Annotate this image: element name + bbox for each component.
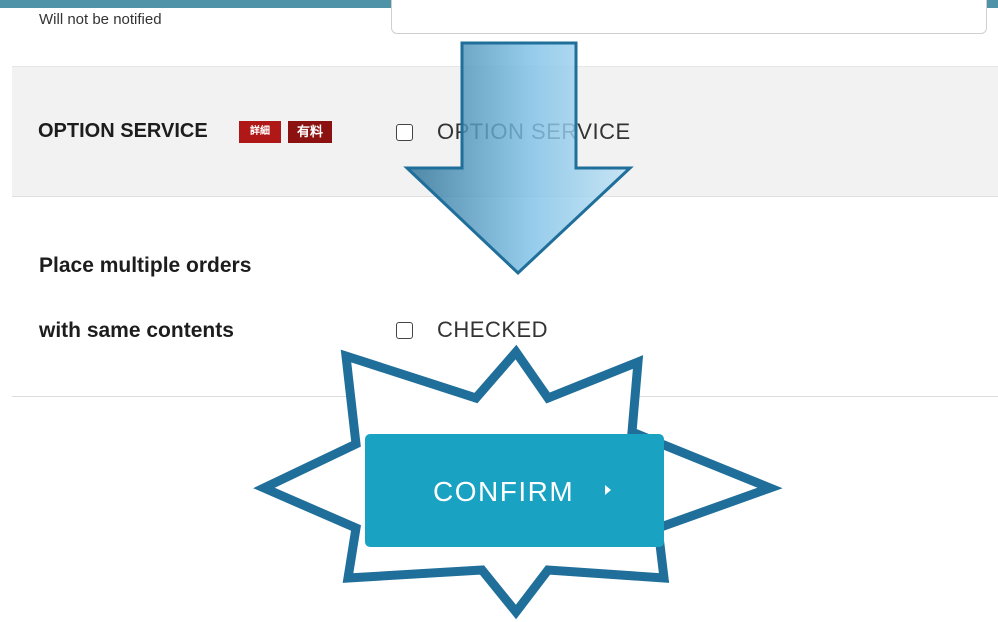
confirm-button-label: CONFIRM: [433, 476, 575, 507]
option-service-checkbox[interactable]: [396, 124, 413, 141]
multi-order-label-line1: Place multiple orders: [39, 254, 252, 277]
chevron-right-icon: [605, 485, 611, 495]
notification-hint: Will not be notified: [39, 11, 162, 28]
option-service-checkbox-label[interactable]: OPTION SERVICE: [437, 119, 631, 145]
paid-tag: 有料: [288, 121, 332, 143]
detail-tag[interactable]: 詳細: [239, 121, 281, 143]
top-text-field[interactable]: [391, 0, 987, 34]
confirm-button[interactable]: CONFIRM: [365, 434, 664, 547]
option-service-label: OPTION SERVICE: [38, 120, 208, 142]
row-divider: [12, 396, 998, 397]
multi-order-checkbox-label[interactable]: CHECKED: [437, 317, 548, 343]
order-form-page: Will not be notified OPTION SERVICE 詳細 有…: [0, 0, 998, 622]
multi-order-checkbox[interactable]: [396, 322, 413, 339]
multi-order-label-line2: with same contents: [39, 319, 234, 342]
